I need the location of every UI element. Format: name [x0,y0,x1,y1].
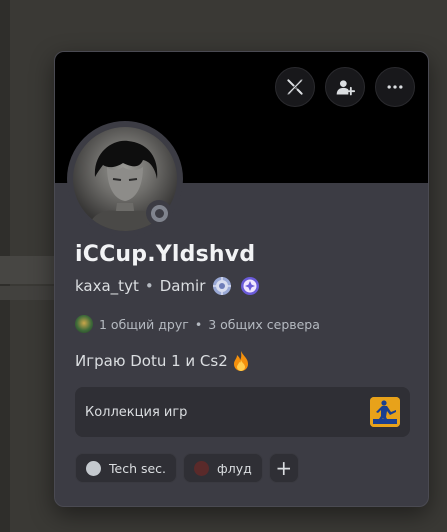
hypesquad-badge-icon[interactable] [211,275,233,297]
game-collection-label: Коллекция игр [85,404,188,420]
counter-strike-icon[interactable] [370,397,400,427]
display-name: iCCup.Yldshvd [75,242,256,267]
add-role-button[interactable]: + [268,453,299,483]
user-profile-popout: iCCup.Yldshvd kaxa_tyt • Damir 1 общий д… [54,51,429,507]
mutuals-row[interactable]: 1 общий друг • 3 общих сервера [75,314,320,334]
username: kaxa_tyt [75,277,139,295]
more-horizontal-icon [387,85,403,89]
block-button[interactable] [275,67,315,107]
role-name: флуд [217,460,252,476]
status-offline-indicator [146,200,172,226]
role-name: Tech sec. [109,460,167,476]
separator-dot: • [194,316,203,332]
nitro-boost-badge-icon[interactable] [239,275,261,297]
swords-crossed-icon [286,79,304,95]
fire-emoji-icon [233,351,248,371]
add-friend-icon [336,80,355,96]
more-button[interactable] [375,67,415,107]
add-friend-button[interactable] [325,67,365,107]
mutual-friend-avatar [75,315,93,333]
background-list-item [0,256,60,284]
role-color-dot [194,460,210,476]
role-tech-sec[interactable]: Tech sec. [75,453,178,483]
role-flud[interactable]: флуд [183,453,263,483]
pronoun-name: Damir [159,277,206,295]
bio-text: Играю Dotu 1 и Cs2 [75,352,228,370]
roles-list: Tech sec. флуд + [75,453,299,483]
separator-dot: • [144,277,154,295]
mutual-servers-link[interactable]: 3 общих сервера [208,317,320,332]
bio: Играю Dotu 1 и Cs2 [75,348,252,374]
background-list-item-2 [0,286,60,300]
role-color-dot [86,460,101,476]
game-collection-card[interactable]: Коллекция игр [75,387,410,437]
username-row: kaxa_tyt • Damir [75,275,261,297]
mutual-friends-link[interactable]: 1 общий друг [99,317,189,332]
